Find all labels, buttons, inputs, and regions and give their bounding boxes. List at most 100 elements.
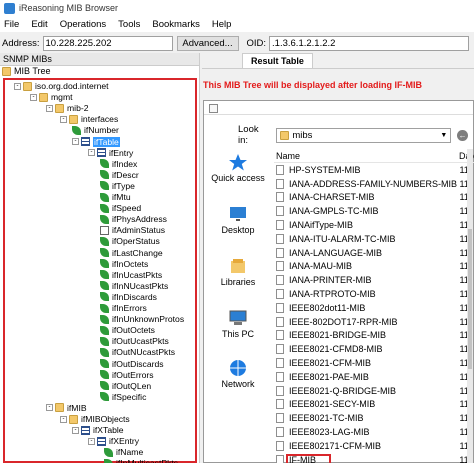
leaf-icon [100,248,109,257]
file-name: IEEE8021-SECY-MIB [289,399,376,410]
file-row[interactable]: IEEE8021-CFMD8-MIB 11/ [274,342,474,356]
leaf-icon [100,214,109,224]
tree-node-label: ifXEntry [109,436,140,447]
menu-file[interactable]: File [4,19,19,30]
leaf-icon [100,381,109,391]
file-row[interactable]: IEEE8023-LAG-MIB 11/ [274,425,474,439]
file-row[interactable]: IEEE8021-SECY-MIB 11/ [274,398,474,412]
menu-help[interactable]: Help [212,19,232,30]
menu-operations[interactable]: Operations [60,19,106,30]
file-row[interactable]: IANA-RTPROTO-MIB 11/ [274,287,474,301]
file-name: IEEE8021-BRIDGE-MIB [289,330,387,341]
file-icon [276,344,284,355]
leaf-icon [100,347,109,357]
file-icon [276,178,284,189]
menu-bookmarks[interactable]: Bookmarks [152,19,200,30]
place-libraries[interactable]: Libraries [208,257,268,287]
tree-node-label: ifSpecific [112,391,147,402]
menu-tools[interactable]: Tools [118,19,140,30]
file-row[interactable]: IEEE8021-TC-MIB 11/ [274,411,474,425]
dialog-icon [209,104,218,113]
file-row[interactable]: IEEE802dot11-MIB 11/ [274,301,474,315]
collapse-toggle-icon[interactable]: - [14,82,21,90]
file-icon [276,413,284,424]
collapse-toggle-icon[interactable]: - [88,437,95,445]
tab-result-table[interactable]: Result Table [242,53,313,68]
table-icon [97,148,106,158]
file-icon [276,233,284,244]
leaf-icon [100,236,109,246]
lookin-select[interactable]: mibs ▼ [276,127,452,143]
file-row[interactable]: IANAifType-MIB 11/ [274,218,474,232]
file-row[interactable]: IANA-GMPLS-TC-MIB 11/ [274,204,474,218]
leaf-icon [100,359,109,368]
file-row[interactable]: IEEE-802DOT17-RPR-MIB 11/ [274,315,474,329]
mib-tree-root[interactable]: MIB Tree [0,66,199,77]
file-row[interactable]: IANA-LANGUAGE-MIB 11/ [274,246,474,260]
file-row[interactable]: HP-SYSTEM-MIB 11/ [274,163,474,177]
back-arrow-icon[interactable]: ← [457,129,468,141]
file-name: IANA-RTPROTO-MIB [289,289,376,300]
folder-icon [2,67,11,76]
file-row[interactable]: IEEE8021-PAE-MIB 11/ [274,370,474,384]
leaf-icon [100,314,109,324]
collapse-toggle-icon[interactable]: - [60,415,67,423]
leaf-icon [100,203,109,213]
advanced-button[interactable]: Advanced... [176,35,239,51]
tree-node-label: ifXTable [93,425,124,436]
file-row[interactable]: IF-MIB 11/ [274,453,474,463]
menu-edit[interactable]: Edit [31,19,47,30]
file-icon [276,371,284,382]
tree-node-label: ifOutNUcastPkts [112,347,176,358]
place-network[interactable]: Network [208,359,268,389]
collapse-toggle-icon[interactable]: - [46,104,53,112]
collapse-toggle-icon[interactable]: - [46,404,53,412]
tree-node[interactable]: ifSpecific [100,391,146,403]
collapse-toggle-icon[interactable]: - [72,138,79,145]
oid-input[interactable]: .1.3.6.1.2.1.2.2 [269,35,470,51]
file-row[interactable]: IANA-CHARSET-MIB 11/ [274,191,474,205]
address-label: Address: [2,37,40,49]
scrollbar[interactable] [467,149,473,463]
address-input[interactable]: 10.228.225.202 [42,35,173,51]
tree-node-label: ifOperStatus [112,236,160,247]
tree-node-label: ifPhysAddress [112,214,167,225]
column-name[interactable]: Name [274,151,459,161]
file-icon [276,192,284,203]
file-row[interactable]: IANA-MAU-MIB 11/ [274,260,474,274]
file-row[interactable]: IEEE8021-BRIDGE-MIB 11/ [274,329,474,343]
file-name: HP-SYSTEM-MIB [289,164,361,175]
file-name: IANAifType-MIB [289,220,354,231]
tree-node-label: ifSpeed [112,203,142,214]
tree-node[interactable]: ifInMulticastPkts [104,457,178,463]
collapse-toggle-icon[interactable]: - [60,115,67,123]
tree-node-label: ifEntry [109,147,134,158]
tab-bar: Result Table [202,53,474,69]
lookin-value: mibs [292,129,313,141]
place-this-pc[interactable]: This PC [208,309,268,339]
file-row[interactable]: IANA-ITU-ALARM-TC-MIB 11/ [274,232,474,246]
tree-node-label: ifInDiscards [112,291,157,302]
scrollbar-thumb[interactable] [468,229,472,369]
file-rows: HP-SYSTEM-MIB 11/IANA-ADDRESS-FAMILY-NUMB… [274,163,474,463]
file-row[interactable]: IANA-ADDRESS-FAMILY-NUMBERS-MIB 11/ [274,177,474,191]
collapse-toggle-icon[interactable]: - [30,93,37,101]
file-name: IANA-PRINTER-MIB [289,275,372,286]
leaf-icon [104,447,113,457]
file-row[interactable]: IEEE8021-CFM-MIB 11/ [274,356,474,370]
tree-node-label: mgmt [51,92,73,103]
folder-icon [55,403,64,413]
tree-node-label: interfaces [81,114,119,125]
collapse-toggle-icon[interactable]: - [88,149,95,157]
app-logo-icon [4,2,15,14]
tree-node-label: ifOutUcastPkts [112,336,169,347]
file-row[interactable]: IANA-PRINTER-MIB 11/ [274,273,474,287]
place-quick-access[interactable]: Quick access [208,153,268,183]
leaf-icon [72,125,81,135]
tree-node-label: ifIndex [112,158,138,169]
file-row[interactable]: IEEE802171-CFM-MIB 11/ [274,439,474,453]
file-icon [276,206,284,217]
place-desktop[interactable]: Desktop [208,205,268,235]
collapse-toggle-icon[interactable]: - [72,426,79,434]
file-row[interactable]: IEEE8021-Q-BRIDGE-MIB 11/ [274,384,474,398]
